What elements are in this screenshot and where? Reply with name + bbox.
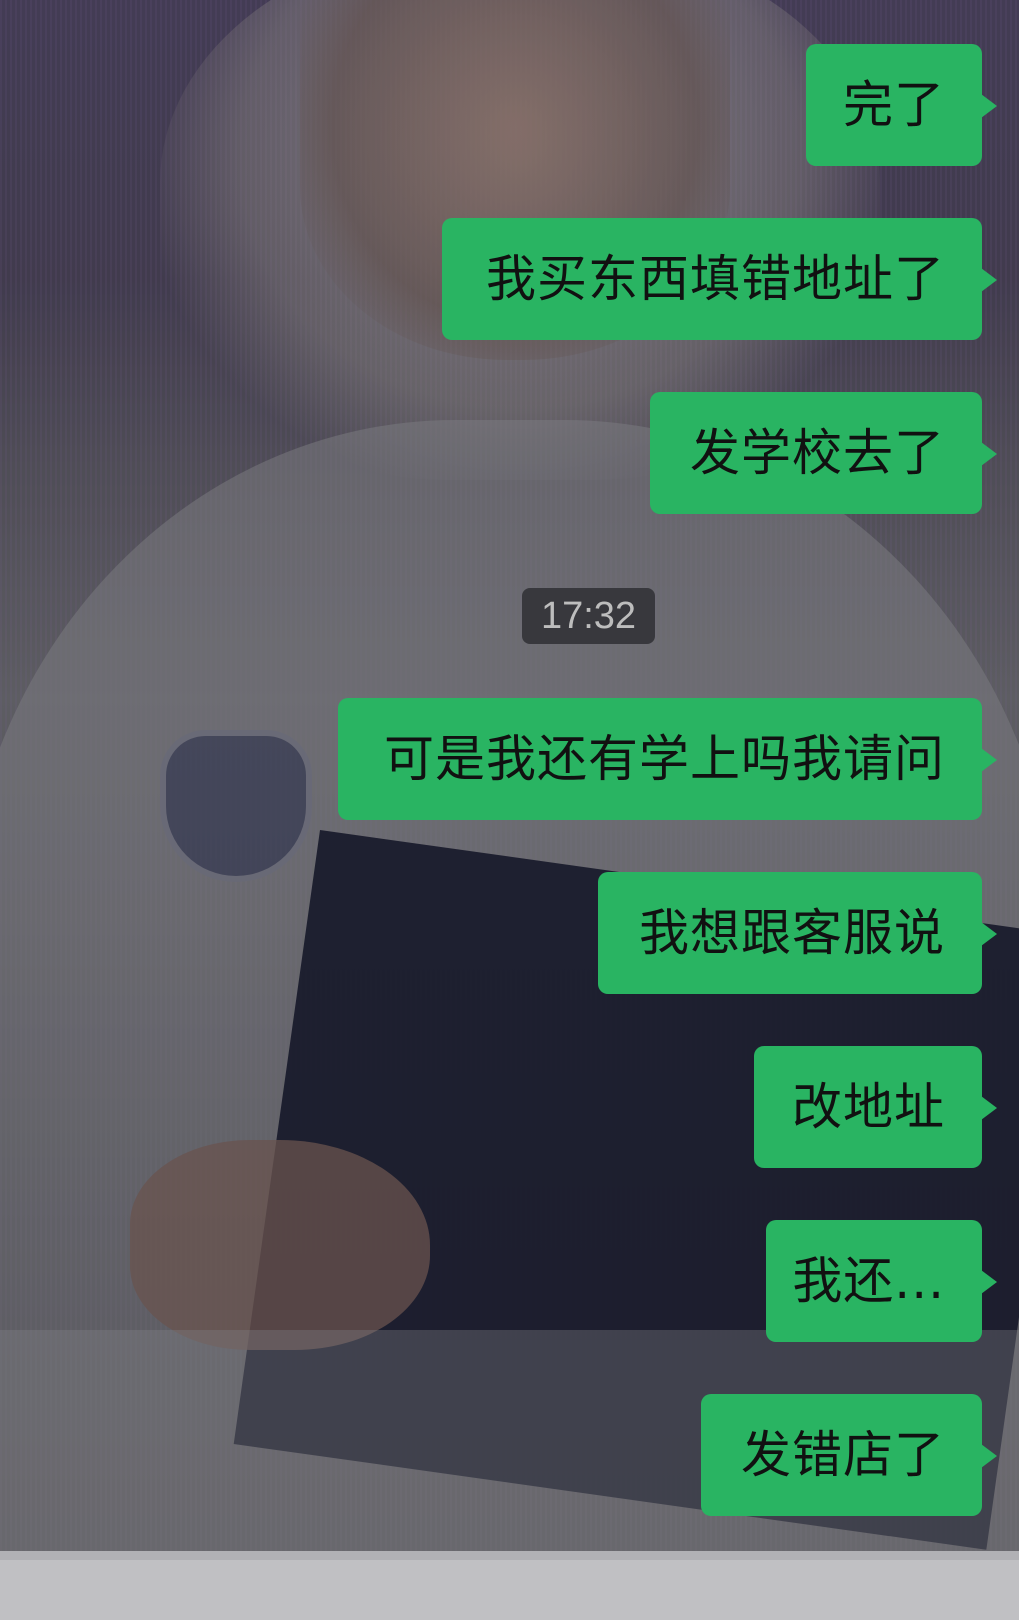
message-bubble-sent[interactable]: 完了: [806, 44, 997, 166]
message-text: 我还...: [792, 1252, 945, 1310]
message-text: 发错店了: [741, 1426, 945, 1484]
message-bubble-sent[interactable]: 可是我还有学上吗我请问: [338, 698, 997, 820]
message-bubble-sent[interactable]: 发错店了: [701, 1394, 997, 1516]
message-bubble-sent[interactable]: 我想跟客服说: [598, 872, 997, 994]
message-bubble-sent[interactable]: 我买东西填错地址了: [442, 218, 997, 340]
timestamp-text: 17:32: [540, 594, 637, 637]
message-text: 我想跟客服说: [639, 904, 945, 962]
message-bubble-sent[interactable]: 我还...: [766, 1220, 997, 1342]
message-bubble-sent[interactable]: 改地址: [754, 1046, 997, 1168]
message-text: 改地址: [792, 1078, 945, 1136]
message-text: 我买东西填错地址了: [486, 250, 945, 308]
message-text: 完了: [843, 76, 945, 134]
message-timestamp: 17:32: [522, 588, 655, 644]
chat-message-list[interactable]: 完了 我买东西填错地址了 发学校去了 17:32 可是我还有学上吗我请问 我想跟…: [0, 0, 1019, 1551]
message-text: 可是我还有学上吗我请问: [384, 730, 945, 788]
message-text: 发学校去了: [690, 424, 945, 482]
message-bubble-sent[interactable]: 发学校去了: [650, 392, 997, 514]
